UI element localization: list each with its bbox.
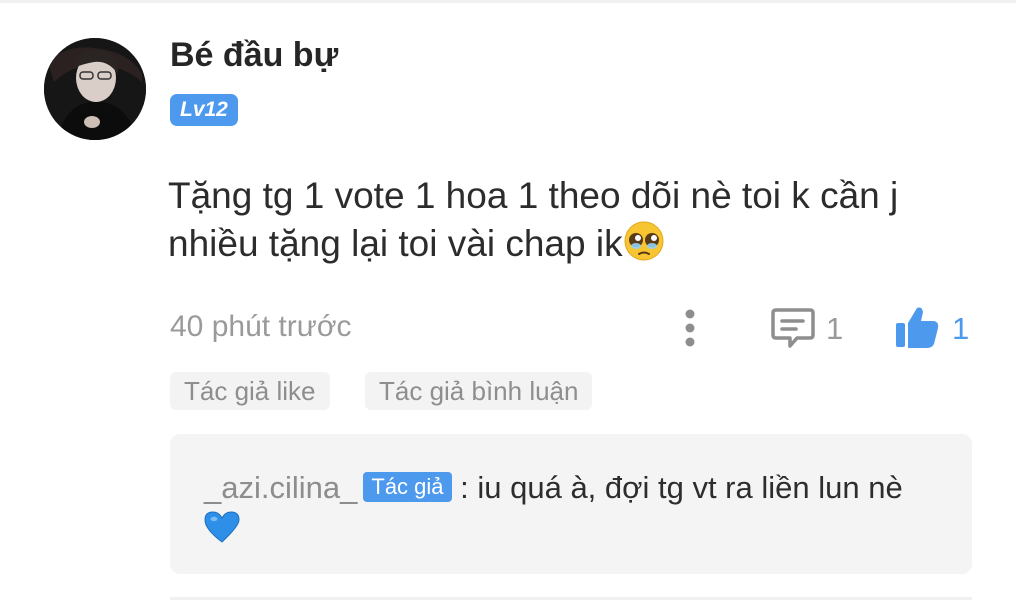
more-vertical-icon [685,309,695,347]
reply-box[interactable]: _azi.cilina_ Tác giả : iu quá à, đợi tg v… [170,434,972,574]
top-divider [0,0,1016,3]
avatar-image [44,38,146,140]
thumbs-up-icon [896,307,939,348]
author-badge: Tác giả [363,472,452,502]
author-replied-tag: Tác giả bình luận [365,372,593,410]
comment-timestamp: 40 phút trước [170,310,352,343]
blue-heart-emoji [204,511,240,543]
comment-icon [771,308,815,348]
reply-text: _azi.cilina_ Tác giả : iu quá à, đợi tg v… [204,468,944,548]
more-options-button[interactable] [672,304,708,352]
reply-content: : iu quá à, đợi tg vt ra liền lun nè [451,470,903,505]
pleading-face-emoji [624,221,664,261]
comment-text-content: Tặng tg 1 vote 1 hoa 1 theo dõi nè toi k… [168,175,899,264]
reply-count: 1 [826,311,844,346]
avatar[interactable] [44,38,146,140]
author-liked-tag: Tác giả like [170,372,330,410]
level-badge: Lv12 [170,94,238,126]
comment-text: Tặng tg 1 vote 1 hoa 1 theo dõi nè toi k… [168,172,968,268]
like-button[interactable]: 1 [886,302,986,352]
like-count: 1 [952,311,970,346]
reply-author[interactable]: _azi.cilina_ [204,470,357,505]
username[interactable]: Bé đầu bự [170,36,338,75]
